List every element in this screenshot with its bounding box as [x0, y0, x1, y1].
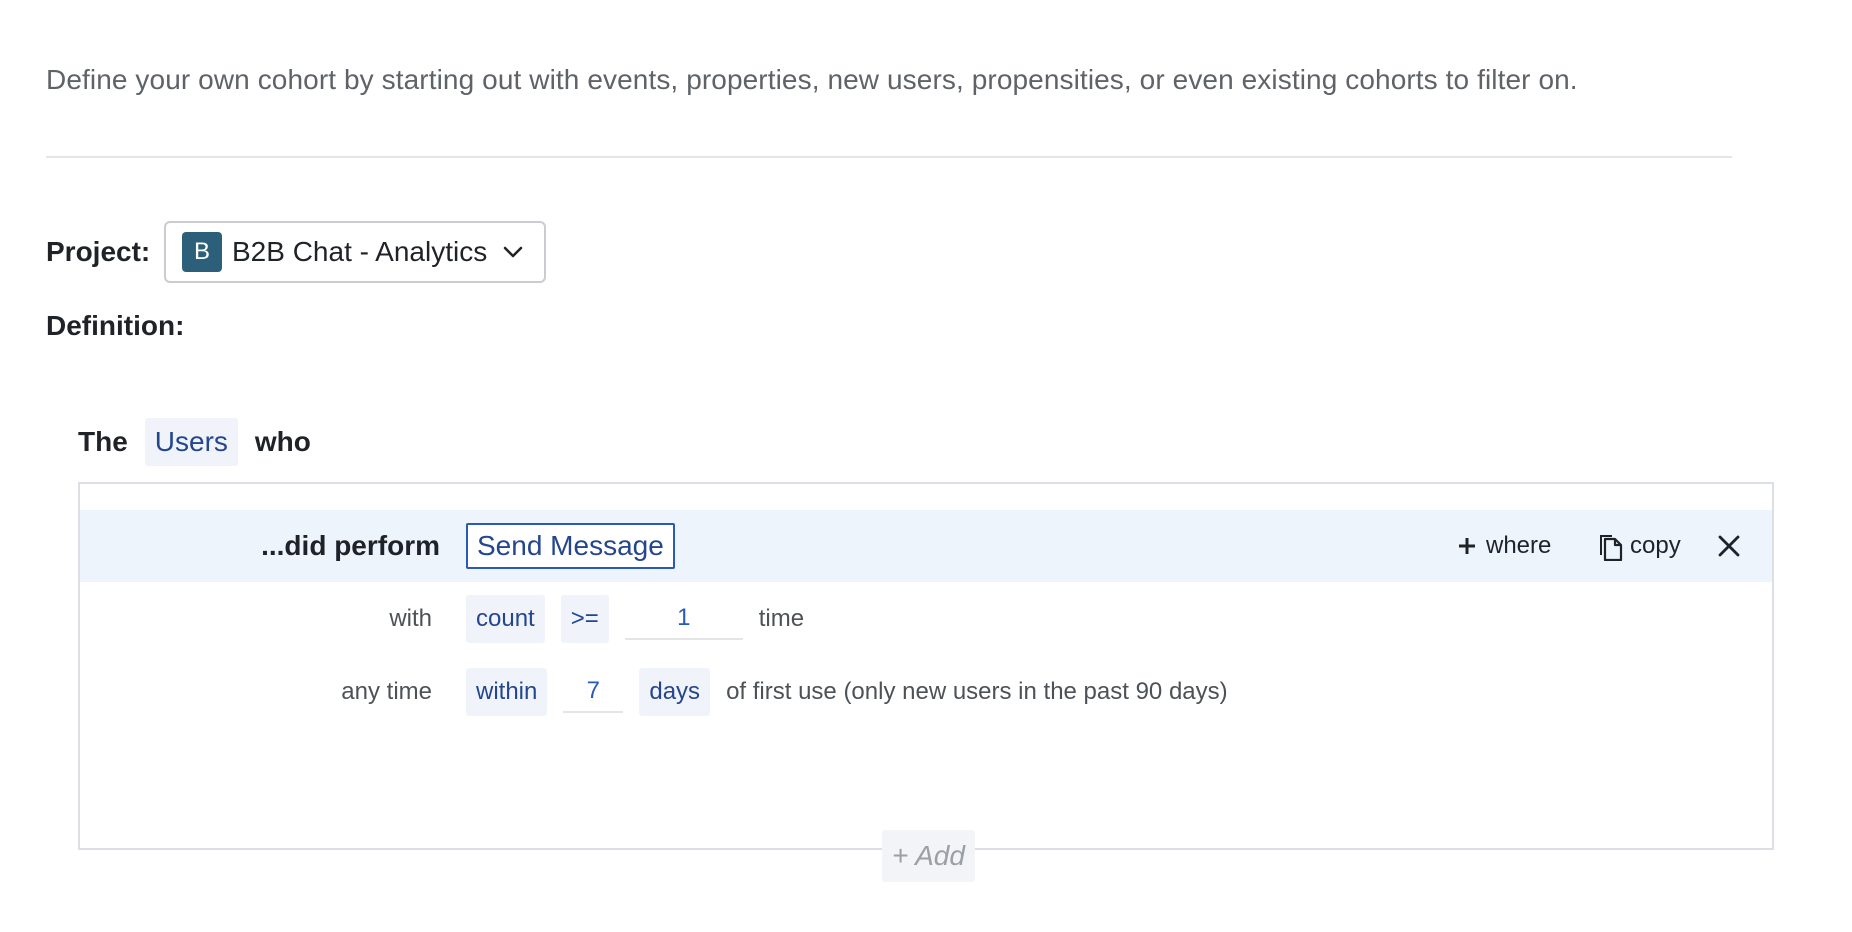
- close-icon: [1718, 535, 1740, 557]
- project-label: Project:: [46, 236, 151, 267]
- add-condition-button[interactable]: + Add: [882, 830, 975, 882]
- days-value-input[interactable]: [563, 671, 624, 713]
- chevron-down-icon: [503, 242, 523, 262]
- cohort-sentence: The Users who: [78, 418, 311, 466]
- copy-label: copy: [1630, 532, 1681, 559]
- definition-label: Definition:: [46, 310, 185, 341]
- count-unit: time: [758, 605, 805, 632]
- copy-icon: [1600, 535, 1623, 561]
- time-row-label: any time: [341, 678, 432, 705]
- project-name: B2B Chat - Analytics: [232, 236, 488, 267]
- time-unit-select[interactable]: days: [639, 668, 711, 716]
- remove-condition-button[interactable]: [1718, 510, 1740, 582]
- cohort-suffix: who: [254, 426, 311, 457]
- metric-select[interactable]: count: [466, 595, 545, 643]
- project-select[interactable]: B B2B Chat - Analytics: [164, 221, 546, 283]
- where-label: where: [1486, 532, 1552, 559]
- copy-button[interactable]: copy: [1596, 510, 1681, 582]
- perform-row: ...did perform Send Message where copy: [80, 510, 1772, 582]
- section-divider: [46, 156, 1732, 158]
- perform-label: ...did perform: [261, 530, 440, 561]
- event-select[interactable]: Send Message: [466, 523, 675, 569]
- add-where-button[interactable]: where: [1458, 510, 1551, 582]
- intro-text: Define your own cohort by starting out w…: [46, 64, 1578, 95]
- project-avatar: B: [182, 232, 222, 272]
- condition-builder: ...did perform Send Message where copy w…: [78, 482, 1774, 850]
- cohort-entity-select[interactable]: Users: [144, 418, 238, 466]
- cohort-prefix: The: [78, 426, 128, 457]
- plus-icon: [1459, 538, 1475, 554]
- time-mode-select[interactable]: within: [466, 668, 548, 716]
- operator-select[interactable]: >=: [560, 595, 609, 643]
- count-value-input[interactable]: [624, 598, 743, 640]
- time-row: any time within days of first use (only …: [80, 667, 1772, 717]
- time-suffix: of first use (only new users in the past…: [726, 678, 1228, 705]
- count-row-label: with: [389, 605, 432, 632]
- count-row: with count >= time: [80, 594, 1772, 644]
